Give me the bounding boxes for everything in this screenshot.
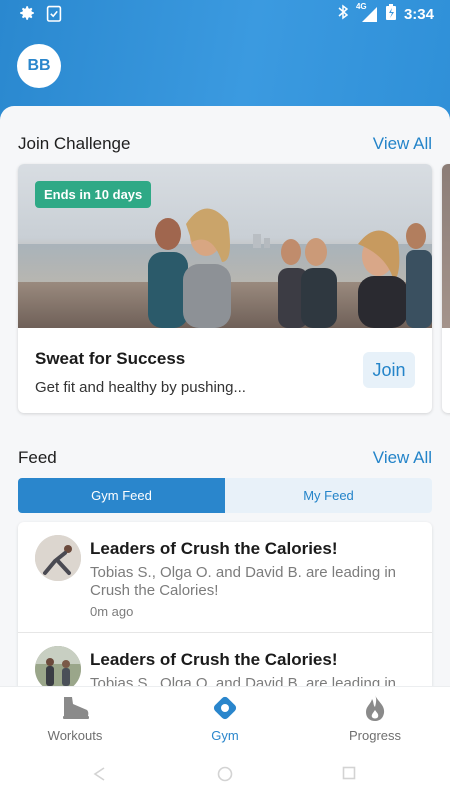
- feed-section-header: Feed View All: [18, 448, 432, 468]
- nav-gym-label: Gym: [211, 728, 239, 743]
- challenge-title: Sweat for Success: [35, 349, 186, 368]
- feed-section-title: Feed: [18, 448, 57, 467]
- next-challenge-card[interactable]: [442, 164, 450, 413]
- home-icon[interactable]: [217, 766, 233, 787]
- challenge-section-header: Join Challenge View All: [18, 134, 432, 154]
- bottom-nav: Workouts Gym Progress: [0, 686, 450, 748]
- system-navigation-bar: [0, 748, 450, 800]
- feed-item[interactable]: Leaders of Crush the Calories! Tobias S.…: [18, 633, 432, 686]
- nav-workouts[interactable]: Workouts: [15, 693, 135, 743]
- location-pin-icon: [210, 693, 240, 723]
- recents-icon[interactable]: [342, 766, 356, 785]
- feed-item-text: Tobias S., Olga O. and David B. are lead…: [90, 564, 397, 599]
- status-bar: 4G 3:34: [0, 0, 450, 28]
- challenge-section-title: Join Challenge: [18, 134, 131, 153]
- settings-icon: [18, 4, 36, 27]
- back-icon[interactable]: [92, 766, 106, 787]
- nav-workouts-label: Workouts: [47, 728, 103, 743]
- feed-item-title: Leaders of Crush the Calories!: [90, 650, 338, 669]
- challenge-view-all-link[interactable]: View All: [373, 134, 432, 154]
- feed-item-thumbnail: [35, 646, 81, 686]
- challenge-description: Get fit and healthy by pushing...: [35, 379, 246, 396]
- feed-item[interactable]: Leaders of Crush the Calories! Tobias S.…: [18, 522, 432, 633]
- feed-list: Leaders of Crush the Calories! Tobias S.…: [18, 522, 432, 686]
- feed-tabs: Gym Feed My Feed: [18, 478, 432, 513]
- bluetooth-icon: [338, 4, 349, 24]
- challenge-card-body: Sweat for Success Get fit and healthy by…: [18, 328, 432, 413]
- main-content: Join Challenge View All Ends in 10 days …: [0, 106, 450, 686]
- feed-item-title: Leaders of Crush the Calories!: [90, 539, 338, 558]
- nav-progress-label: Progress: [348, 728, 402, 743]
- tab-gym-feed[interactable]: Gym Feed: [18, 478, 225, 513]
- feed-item-text: Tobias S., Olga O. and David B. are lead…: [90, 675, 397, 686]
- clock: 3:34: [403, 5, 434, 23]
- nav-gym[interactable]: Gym: [165, 693, 285, 743]
- tab-my-feed[interactable]: My Feed: [225, 478, 432, 513]
- battery-icon: [385, 4, 396, 24]
- join-button[interactable]: Join: [363, 352, 415, 388]
- profile-avatar[interactable]: BB: [17, 44, 61, 88]
- shoe-icon: [60, 693, 90, 723]
- challenge-deadline-badge: Ends in 10 days: [35, 181, 152, 208]
- feed-item-thumbnail: [35, 535, 81, 581]
- flame-icon: [360, 693, 390, 723]
- nav-progress[interactable]: Progress: [315, 693, 435, 743]
- signal-icon: 4G: [356, 2, 378, 22]
- clipboard-check-icon: [46, 4, 62, 27]
- feed-view-all-link[interactable]: View All: [373, 448, 432, 468]
- challenge-card[interactable]: Ends in 10 days Sweat for Success Get fi…: [18, 164, 432, 413]
- challenge-photo: Ends in 10 days: [18, 164, 432, 328]
- feed-item-time: 0m ago: [90, 604, 134, 619]
